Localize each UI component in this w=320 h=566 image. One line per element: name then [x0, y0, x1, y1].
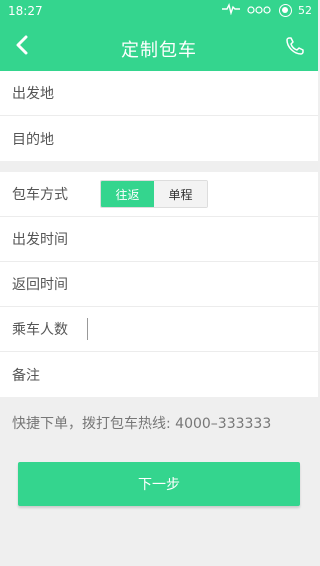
- depart-time-field[interactable]: 出发时间: [0, 217, 318, 262]
- departure-placeholder: 出发地: [12, 86, 54, 102]
- mode-row: 包车方式 往返 单程: [0, 172, 318, 217]
- mode-toggle: 往返 单程: [100, 180, 208, 208]
- destination-placeholder: 目的地: [12, 131, 54, 148]
- page-title: 定制包车: [121, 40, 197, 61]
- passengers-field[interactable]: 乘车人数: [0, 307, 318, 352]
- mode-option-round-trip[interactable]: 往返: [101, 181, 154, 207]
- signal-icon: [247, 3, 273, 18]
- remarks-field[interactable]: 备注: [0, 352, 318, 397]
- navigation-bar: 定制包车: [0, 24, 318, 71]
- status-time: 18:27: [8, 4, 43, 18]
- depart-time-label: 出发时间: [12, 232, 68, 248]
- departure-field[interactable]: 出发地: [0, 71, 318, 116]
- location-section: 出发地 目的地: [0, 71, 318, 161]
- return-time-label: 返回时间: [12, 277, 68, 293]
- destination-field[interactable]: 目的地: [0, 116, 318, 161]
- remarks-label: 备注: [12, 367, 40, 384]
- trip-details-section: 包车方式 往返 单程 出发时间 返回时间 乘车人数 备注: [0, 172, 318, 397]
- heart-rate-icon: [221, 2, 241, 18]
- mode-label: 包车方式: [12, 187, 68, 203]
- phone-button[interactable]: [284, 35, 308, 59]
- status-bar: 18:27 52: [0, 0, 318, 24]
- passengers-label: 乘车人数: [12, 322, 68, 338]
- battery-percent: 52: [298, 4, 312, 17]
- next-step-button[interactable]: 下一步: [18, 462, 300, 506]
- return-time-field[interactable]: 返回时间: [0, 262, 318, 307]
- text-cursor: [87, 318, 88, 340]
- battery-icon: [279, 4, 292, 17]
- status-icons: 52: [221, 2, 312, 18]
- hotline-text[interactable]: 快捷下单，拨打包车热线: 4000–333333: [12, 413, 271, 433]
- mode-option-one-way[interactable]: 单程: [154, 181, 207, 207]
- phone-icon: [284, 37, 306, 61]
